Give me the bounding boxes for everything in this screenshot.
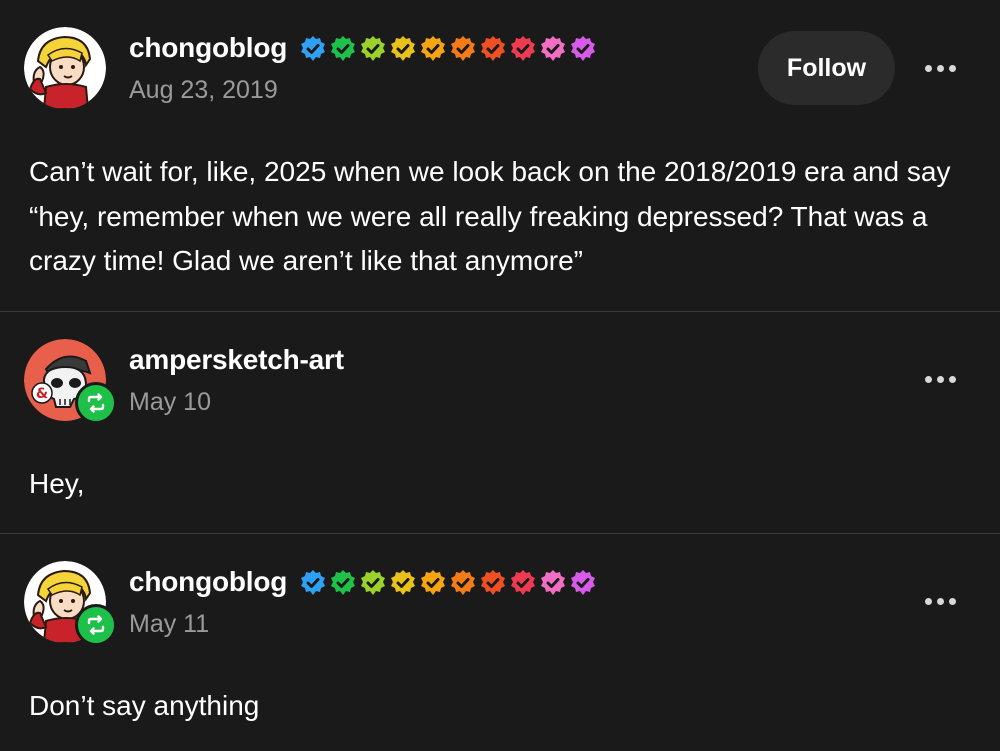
more-dot xyxy=(936,64,944,72)
verified-badge-icon xyxy=(361,36,385,61)
post-body: Can’t wait for, like, 2025 when we look … xyxy=(29,156,951,276)
verified-badge-icon xyxy=(541,36,565,61)
verified-badge-icon xyxy=(361,570,385,595)
post-date[interactable]: Aug 23, 2019 xyxy=(129,76,278,105)
verified-badge-icon xyxy=(451,36,475,61)
reblog-icon xyxy=(87,393,105,413)
more-dot xyxy=(924,375,932,383)
more-dot xyxy=(924,64,932,72)
verified-badge-icon xyxy=(421,570,445,595)
verified-badge-icon xyxy=(541,570,565,595)
reblog-icon xyxy=(87,615,105,635)
badge-row xyxy=(299,35,597,63)
more-options-button[interactable] xyxy=(918,589,962,613)
verified-badge-icon xyxy=(571,570,595,595)
post-reblog: & ampersketch-art May 10 Hey, xyxy=(0,312,1000,533)
reblog-badge xyxy=(75,604,117,646)
more-options-button[interactable] xyxy=(918,367,962,391)
verified-badge-icon xyxy=(511,570,535,595)
more-dot xyxy=(936,375,944,383)
post-date[interactable]: May 10 xyxy=(129,388,211,417)
verified-badge-icon xyxy=(481,570,505,595)
verified-badge-icon xyxy=(421,36,445,61)
post-date[interactable]: May 11 xyxy=(129,610,209,639)
user-avatar[interactable] xyxy=(24,27,106,109)
verified-badge-icon xyxy=(481,36,505,61)
verified-badge-icon xyxy=(391,36,415,61)
post-username[interactable]: chongoblog xyxy=(129,32,287,64)
more-dot xyxy=(948,597,956,605)
post-original: chongoblog Aug 23, 2019 Follow Can’t wai… xyxy=(0,0,1000,311)
verified-badge-icon xyxy=(301,36,325,61)
verified-badge-icon xyxy=(511,36,535,61)
verified-badge-icon xyxy=(451,570,475,595)
post-body: Don’t say anything xyxy=(29,690,260,721)
reblog-badge xyxy=(75,382,117,424)
post-body: Hey, xyxy=(29,468,85,499)
post-reblog: chongoblog May 11 Don’t say anything xyxy=(0,534,1000,751)
verified-badge-icon xyxy=(391,570,415,595)
svg-text:&: & xyxy=(36,386,48,402)
verified-badge-icon xyxy=(571,36,595,61)
verified-badge-icon xyxy=(301,570,325,595)
more-dot xyxy=(924,597,932,605)
cartoon-avatar-icon xyxy=(24,27,106,109)
follow-button[interactable]: Follow xyxy=(758,31,895,105)
more-dot xyxy=(948,64,956,72)
post-username[interactable]: ampersketch-art xyxy=(129,344,344,376)
post-username[interactable]: chongoblog xyxy=(129,566,287,598)
badge-row xyxy=(299,569,597,597)
more-options-button[interactable] xyxy=(918,56,962,80)
verified-badge-icon xyxy=(331,570,355,595)
more-dot xyxy=(936,597,944,605)
verified-badge-icon xyxy=(331,36,355,61)
more-dot xyxy=(948,375,956,383)
